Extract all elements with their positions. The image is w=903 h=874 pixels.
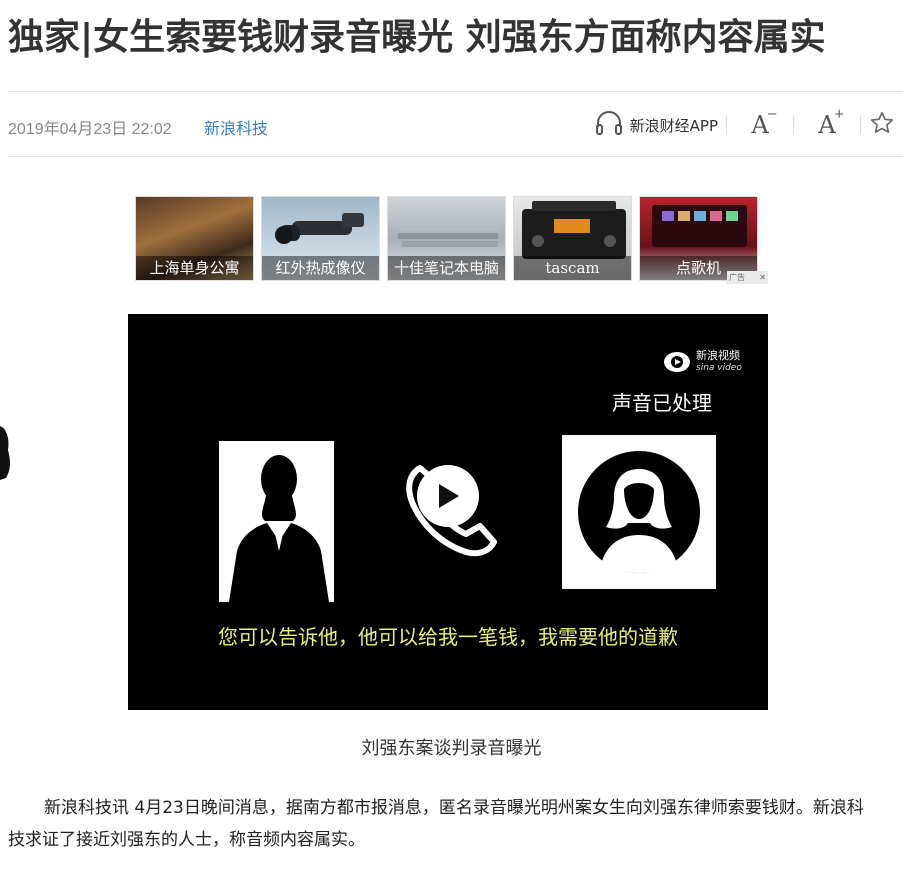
laptops-image bbox=[398, 225, 500, 247]
ad-tag[interactable]: 广告 ✕ bbox=[727, 271, 768, 284]
ad-item[interactable]: 红外热成像仪 bbox=[261, 196, 380, 281]
karaoke-image bbox=[652, 205, 747, 247]
ad-item[interactable]: tascam bbox=[513, 196, 632, 281]
sina-video-logo: 新浪视频 sina video bbox=[662, 348, 742, 376]
font-increase-icon: A + bbox=[818, 107, 845, 139]
headphones-icon bbox=[594, 109, 624, 141]
app-download-link[interactable]: 新浪财经APP bbox=[594, 109, 718, 141]
font-decrease-button[interactable]: A − bbox=[727, 107, 793, 143]
play-button[interactable] bbox=[417, 465, 479, 527]
audio-processed-note: 声音已处理 bbox=[612, 391, 712, 415]
partial-graphic bbox=[0, 426, 10, 480]
font-increase-button[interactable]: A + bbox=[794, 107, 860, 143]
app-label: 新浪财经APP bbox=[629, 116, 718, 135]
ad-label: 十佳笔记本电脑 bbox=[388, 256, 505, 280]
logo-text-en: sina video bbox=[696, 363, 742, 373]
star-icon bbox=[869, 110, 895, 140]
favorite-button[interactable] bbox=[861, 107, 903, 143]
avatar-panel bbox=[562, 435, 716, 589]
ad-label: tascam bbox=[514, 256, 631, 280]
font-decrease-icon: A − bbox=[751, 107, 778, 139]
article-tools: 新浪财经APP A − A + bbox=[594, 107, 903, 143]
eye-logo-icon bbox=[664, 352, 690, 372]
video-subtitle: 您可以告诉他，他可以给我一笔钱，我需要他的道歉 bbox=[218, 625, 678, 649]
recorder-image bbox=[522, 201, 626, 259]
top-divider bbox=[8, 91, 903, 92]
female-avatar-icon bbox=[578, 451, 700, 573]
scope-image bbox=[275, 213, 364, 244]
video-player[interactable]: 新浪视频 sina video 声音已处理 您可以告诉他，他可以给我一笔钱，我需… bbox=[128, 314, 768, 710]
female-silhouette-image bbox=[229, 455, 329, 602]
play-icon bbox=[439, 484, 459, 508]
logo-text-cn: 新浪视频 bbox=[696, 349, 740, 362]
meta-divider bbox=[8, 156, 903, 157]
article-paragraph: 新浪科技讯 4月23日晚间消息，据南方都市报消息，匿名录音曝光明州案女生向刘强东… bbox=[8, 798, 864, 850]
ad-strip: 上海单身公寓 红外热成像仪 十佳笔记本电脑 tascam 点歌机 广告 ✕ bbox=[135, 196, 768, 284]
ad-item[interactable]: 十佳笔记本电脑 bbox=[387, 196, 506, 281]
ad-item[interactable]: 上海单身公寓 bbox=[135, 196, 254, 281]
article-meta: 2019年04月23日 22:02 新浪科技 新浪财经APP A − A + bbox=[8, 107, 903, 143]
video-caption: 刘强东案谈判录音曝光 bbox=[361, 738, 542, 759]
close-icon[interactable]: ✕ bbox=[759, 273, 766, 282]
ad-label: 红外热成像仪 bbox=[262, 256, 379, 280]
silhouette-panel bbox=[219, 441, 334, 602]
ad-item[interactable]: 点歌机 bbox=[639, 196, 758, 281]
source-link[interactable]: 新浪科技 bbox=[204, 115, 268, 139]
article-title: 独家|女生索要钱财录音曝光 刘强东方面称内容属实 bbox=[8, 17, 826, 58]
ad-label: 上海单身公寓 bbox=[136, 256, 253, 280]
publish-date: 2019年04月23日 22:02 bbox=[8, 121, 172, 138]
ad-tag-label: 广告 bbox=[729, 273, 745, 282]
